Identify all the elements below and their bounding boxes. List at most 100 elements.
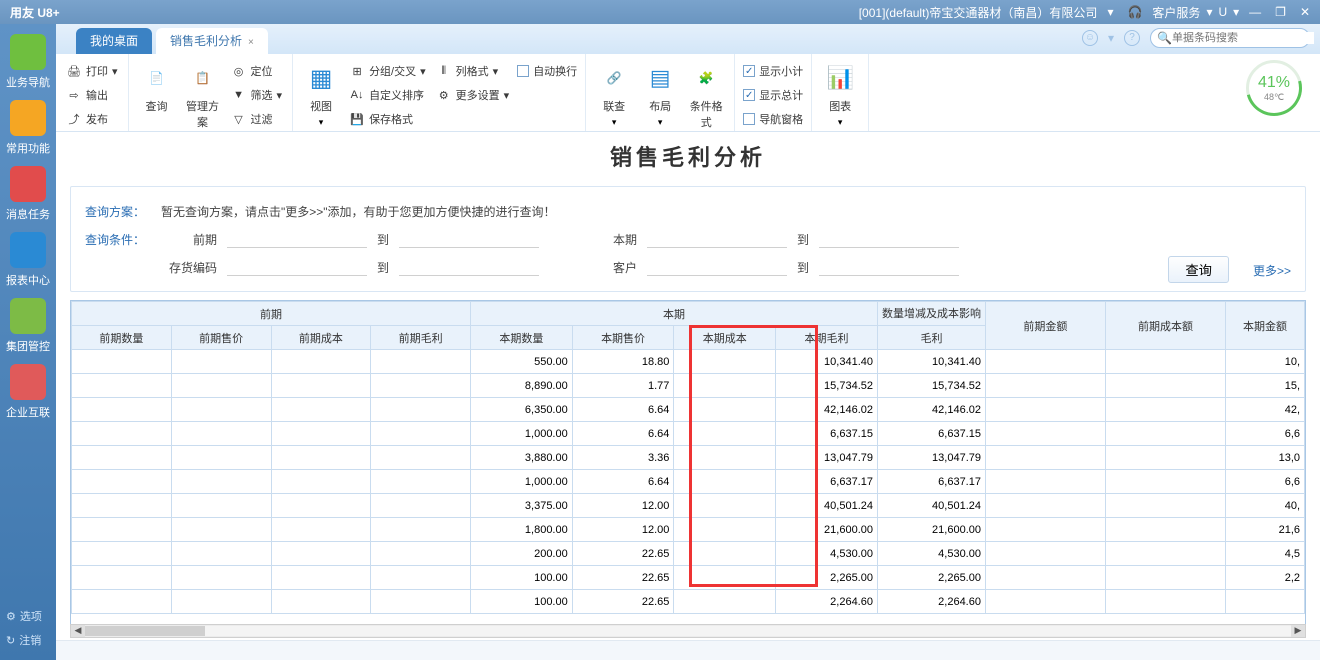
sidebar-item-5[interactable]: 企业互联 [3,364,53,420]
dropdown-icon[interactable]: ▾ [658,117,663,127]
logout-button[interactable]: ↻注销 [0,628,56,652]
dropdown-icon[interactable]: ▾ [319,117,324,127]
manage-plan-icon: 📋 [187,62,219,94]
view-button[interactable]: ▦视图▾ [301,58,341,128]
table-cell: 3.36 [572,446,674,470]
table-cell [171,542,271,566]
table-cell [371,566,471,590]
window-minimize-icon[interactable]: — [1245,3,1265,21]
table-row[interactable]: 3,375.0012.0040,501.2440,501.2440, [72,494,1305,518]
query-button[interactable]: 📄查询 [137,58,177,114]
sidebar-item-2[interactable]: 消息任务 [3,166,53,222]
window-close-icon[interactable]: ✕ [1296,3,1314,21]
filter-button[interactable]: ▼筛选 ▾ [229,84,285,106]
dropdown-icon[interactable]: ▾ [838,117,843,127]
table-cell [674,470,776,494]
col-prev-price: 前期售价 [171,326,271,350]
layout-icon: ▤ [644,62,676,94]
smile-icon[interactable]: ☺ [1082,30,1098,46]
table-row[interactable]: 1,000.006.646,637.176,637.176,6 [72,470,1305,494]
table-cell: 8,890.00 [471,374,573,398]
column-icon: ⦀ [436,63,452,79]
dropdown-icon[interactable]: ▾ [612,117,617,127]
sidebar-item-label: 企业互联 [3,404,53,420]
dropdown-icon[interactable]: ▾ [1108,31,1114,45]
table-cell: 2,2 [1226,566,1305,590]
layout-button[interactable]: ▤布局▾ [640,58,680,128]
dropdown-icon[interactable]: ▾ [277,89,283,102]
chart-button[interactable]: 📊图表▾ [820,58,860,128]
table-cell [985,518,1105,542]
dropdown-icon[interactable]: ▾ [112,65,118,78]
more-link[interactable]: 更多>> [1253,262,1291,279]
table-cell [1105,422,1225,446]
current-period-from-input[interactable] [647,230,787,248]
sidebar-item-4[interactable]: 集团管控 [3,298,53,354]
sidebar-item-0[interactable]: 业务导航 [3,34,53,90]
col-prev-amount: 前期金额 [985,302,1105,350]
dropdown-icon[interactable]: ▾ [1206,5,1212,19]
table-row[interactable]: 550.0018.8010,341.4010,341.4010, [72,350,1305,374]
scroll-right-icon[interactable]: ▶ [1291,625,1305,637]
performance-badge[interactable]: 41% 48℃ [1246,60,1302,116]
customer-to-input[interactable] [819,258,959,276]
table-cell [171,374,271,398]
u-label[interactable]: U [1218,5,1227,19]
print-button[interactable]: 🖨打印 ▾ [64,60,120,82]
to-label: 到 [793,231,813,248]
output-button[interactable]: ⇨输出 [64,84,120,106]
prev-period-from-input[interactable] [227,230,367,248]
save-format-button[interactable]: 💾保存格式 [347,108,428,130]
nav-pane-checkbox[interactable]: 导航窗格 [743,108,803,130]
dropdown-icon[interactable]: ▾ [1107,5,1113,19]
autowrap-checkbox[interactable]: 自动换行 [517,60,577,82]
help-icon[interactable]: ? [1124,30,1140,46]
prev-period-to-input[interactable] [399,230,539,248]
customer-from-input[interactable] [647,258,787,276]
table-row[interactable]: 100.0022.652,265.002,265.002,2 [72,566,1305,590]
column-format-button[interactable]: ⦀列格式 ▾ [434,60,512,82]
tab-sales-profit[interactable]: 销售毛利分析× [156,28,268,54]
table-row[interactable]: 3,880.003.3613,047.7913,047.7913,0 [72,446,1305,470]
window-restore-icon[interactable]: ❐ [1271,3,1290,21]
sidebar-item-3[interactable]: 报表中心 [3,232,53,288]
linkquery-button[interactable]: 🔗联查▾ [594,58,634,128]
current-period-to-input[interactable] [819,230,959,248]
options-button[interactable]: ⚙选项 [0,604,56,628]
sidebar-item-1[interactable]: 常用功能 [3,100,53,156]
show-total-checkbox[interactable]: ✓显示总计 [743,84,803,106]
stock-code-to-input[interactable] [399,258,539,276]
dropdown-icon[interactable]: ▾ [493,65,499,78]
table-row[interactable]: 6,350.006.6442,146.0242,146.0242, [72,398,1305,422]
table-row[interactable]: 200.0022.654,530.004,530.004,5 [72,542,1305,566]
tab-close-icon[interactable]: × [248,37,254,48]
table-row[interactable]: 1,800.0012.0021,600.0021,600.0021,6 [72,518,1305,542]
scroll-left-icon[interactable]: ◀ [71,625,85,637]
customer-service-label[interactable]: 客户服务 [1152,4,1200,21]
table-cell [371,446,471,470]
search-icon: 🔍 [1157,31,1172,45]
locate-button[interactable]: ◎定位 [229,60,285,82]
table-cell: 22.65 [572,542,674,566]
dropdown-icon[interactable]: ▾ [1233,5,1239,19]
show-subtotal-checkbox[interactable]: ✓显示小计 [743,60,803,82]
group-cross-button[interactable]: ⊞分组/交叉 ▾ [347,60,428,82]
dropdown-icon[interactable]: ▾ [504,89,510,102]
table-row[interactable]: 8,890.001.7715,734.5215,734.5215, [72,374,1305,398]
run-query-button[interactable]: 查询 [1168,256,1229,283]
table-row[interactable]: 1,000.006.646,637.156,637.156,6 [72,422,1305,446]
horizontal-scrollbar[interactable]: ◀ ▶ [70,624,1306,638]
filter2-button[interactable]: ▽过滤 [229,108,285,130]
barcode-search-box[interactable]: 🔍 [1150,28,1310,48]
headset-icon[interactable]: 🎧 [1123,3,1146,21]
table-row[interactable]: 100.0022.652,264.602,264.60 [72,590,1305,614]
stock-code-from-input[interactable] [227,258,367,276]
publish-button[interactable]: ⤴发布 [64,108,120,130]
scrollbar-thumb[interactable] [85,626,205,636]
dropdown-icon[interactable]: ▾ [420,65,426,78]
more-settings-button[interactable]: ⚙更多设置 ▾ [434,84,512,106]
barcode-search-input[interactable] [1172,32,1314,44]
custom-sort-button[interactable]: A↓自定义排序 [347,84,428,106]
tab-desktop[interactable]: 我的桌面 [76,28,152,54]
status-bar [56,640,1320,660]
